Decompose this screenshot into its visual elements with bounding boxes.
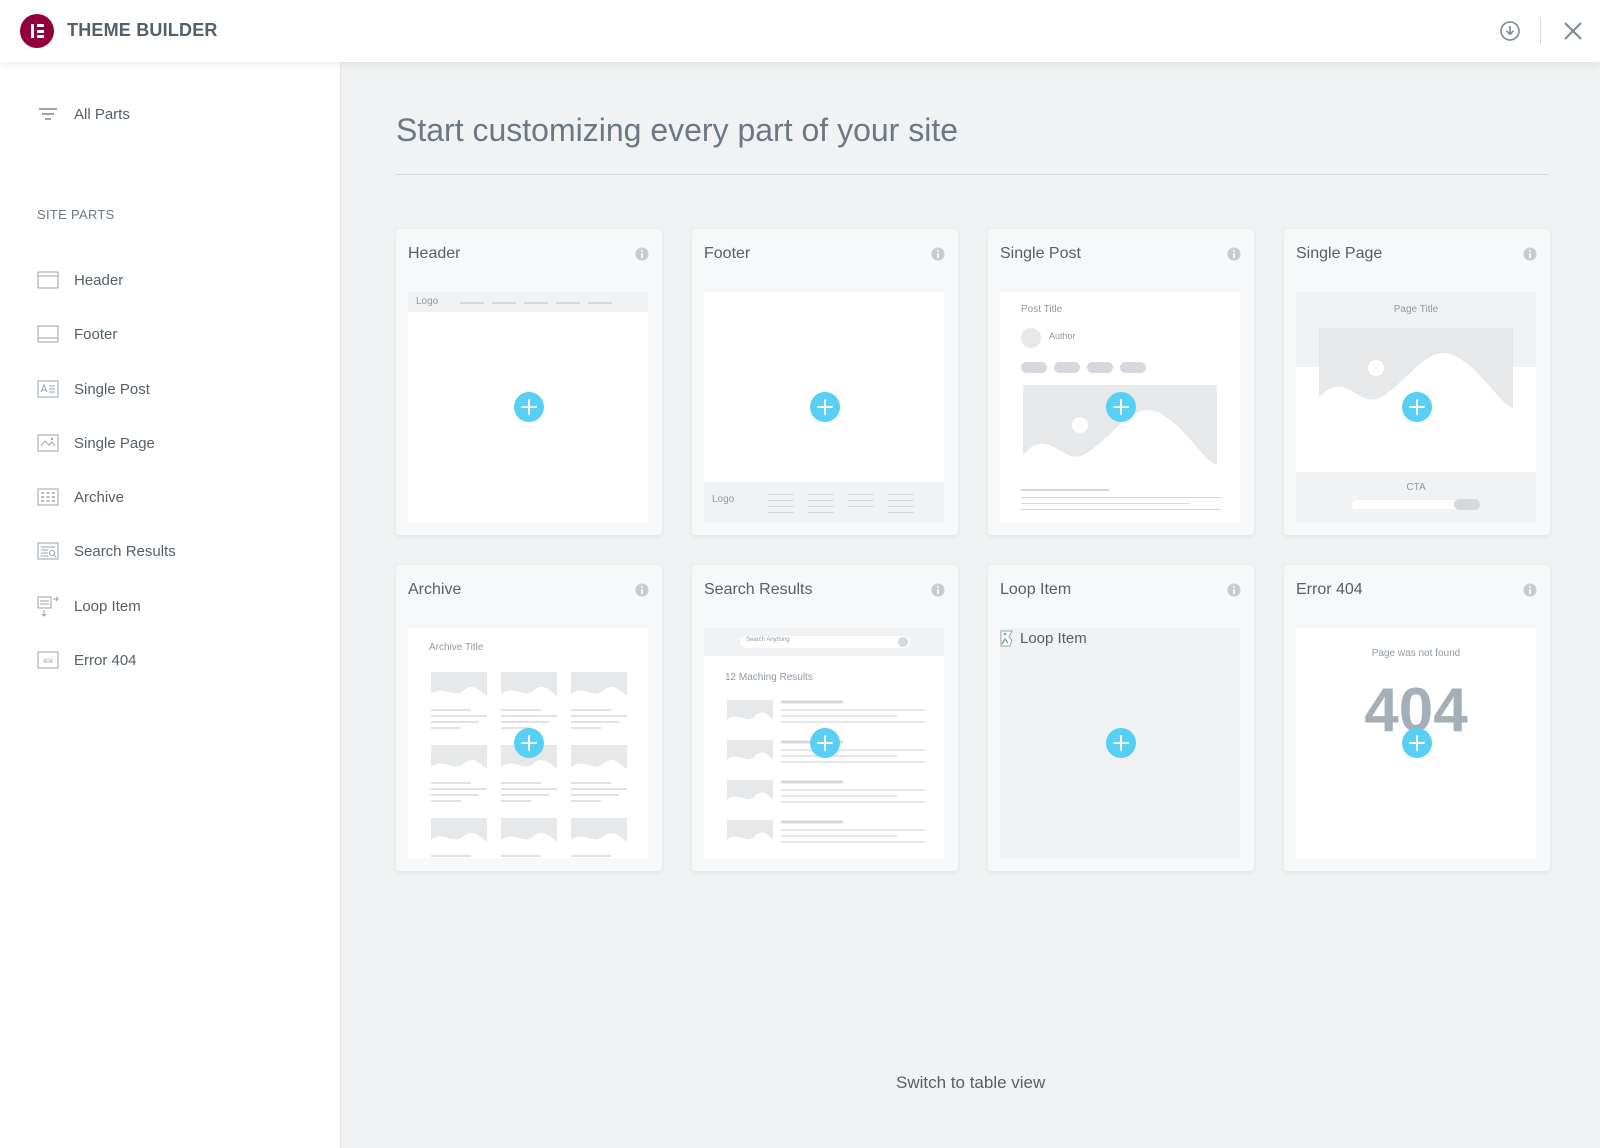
app-title: THEME BUILDER [67, 20, 218, 40]
preview-cta: CTA [1406, 482, 1426, 493]
preview-post-title: Post Title [1021, 304, 1063, 315]
preview-results-count: 12 Maching Results [725, 672, 813, 683]
info-icon[interactable] [1523, 247, 1537, 261]
card-title: Header [408, 245, 461, 262]
card-title: Single Post [1000, 245, 1081, 262]
card-loop-item[interactable]: Loop Item Loop Item [988, 565, 1254, 871]
sidebar-item-label: Single Page [74, 434, 155, 452]
sidebar-item-search-results[interactable]: Search Results [37, 537, 176, 565]
card-title: Footer [704, 245, 751, 262]
info-icon[interactable] [1227, 247, 1241, 261]
add-template-button[interactable] [1106, 728, 1136, 758]
footer-icon [37, 325, 59, 343]
info-icon[interactable] [1227, 583, 1241, 597]
archive-icon [37, 488, 59, 506]
loop-item-icon [37, 596, 59, 617]
add-template-button[interactable] [1106, 392, 1136, 422]
info-icon[interactable] [635, 583, 649, 597]
broken-image-alt-text: Loop Item [1020, 630, 1087, 647]
close-icon[interactable] [1560, 18, 1586, 44]
preview-author: Author [1049, 331, 1076, 341]
archive-grid-placeholder [431, 672, 627, 857]
sidebar-item-footer[interactable]: Footer [37, 320, 117, 348]
card-title: Single Page [1296, 245, 1383, 262]
header-icon [37, 271, 59, 289]
card-footer[interactable]: Footer Logo [692, 229, 958, 535]
single-page-icon [37, 434, 59, 452]
add-template-button[interactable] [1402, 728, 1432, 758]
toolbar-divider [1540, 18, 1541, 44]
sidebar-item-label: Error 404 [74, 651, 137, 669]
top-bar: THEME BUILDER [0, 0, 1600, 62]
card-single-page[interactable]: Single Page Page Title CTA [1284, 229, 1550, 535]
sidebar-item-label: Archive [74, 488, 125, 506]
filter-icon [39, 108, 57, 120]
sidebar-item-archive[interactable]: Archive [37, 483, 124, 511]
elementor-logo-icon [20, 14, 54, 48]
title-divider [396, 174, 1548, 175]
switch-to-table-view-link[interactable]: Switch to table view [896, 1073, 1045, 1093]
add-template-button[interactable] [514, 728, 544, 758]
card-search-results[interactable]: Search Results Search Anything 12 Machin… [692, 565, 958, 871]
sidebar-item-label: Loop Item [74, 597, 141, 615]
card-title: Loop Item [1000, 581, 1072, 598]
add-template-button[interactable] [1402, 392, 1432, 422]
card-title: Error 404 [1296, 581, 1363, 598]
sidebar-item-loop-item[interactable]: Loop Item [37, 592, 141, 620]
sidebar-item-label: Footer [74, 325, 118, 343]
card-single-post[interactable]: Single Post Post Title Author [988, 229, 1254, 535]
preview-page-title: Page Title [1393, 304, 1439, 315]
sidebar-item-label: All Parts [74, 105, 130, 123]
add-template-button[interactable] [514, 392, 544, 422]
sidebar-item-label: Search Results [74, 542, 176, 560]
results-list-placeholder [727, 700, 925, 848]
single-post-icon [37, 380, 59, 398]
card-error-404[interactable]: Error 404 Page was not found 404 [1284, 565, 1550, 871]
sidebar-item-label: Header [74, 271, 124, 289]
search-results-icon [37, 542, 59, 560]
info-icon[interactable] [635, 247, 649, 261]
sidebar: All Parts SITE PARTS Header Footer Singl… [0, 62, 341, 1148]
preview-archive-title: Archive Title [429, 642, 484, 653]
sidebar-item-error-404[interactable]: 404 Error 404 [37, 646, 137, 674]
add-template-button[interactable] [810, 728, 840, 758]
info-icon[interactable] [1523, 583, 1537, 597]
sidebar-item-single-post[interactable]: Single Post [37, 375, 150, 403]
info-icon[interactable] [931, 247, 945, 261]
sidebar-item-header[interactable]: Header [37, 266, 123, 294]
download-icon[interactable] [1497, 18, 1523, 44]
site-parts-heading: SITE PARTS [37, 207, 115, 222]
card-title: Search Results [704, 581, 813, 598]
preview-not-found-text: Page was not found [1371, 648, 1461, 659]
card-title: Archive [408, 581, 462, 598]
info-icon[interactable] [931, 583, 945, 597]
error-404-icon: 404 [37, 651, 59, 669]
svg-text:404: 404 [43, 659, 54, 665]
preview-search-placeholder: Search Anything [746, 637, 790, 643]
broken-image-icon [1000, 630, 1013, 647]
card-header[interactable]: Header Logo [396, 229, 662, 535]
sidebar-item-single-page[interactable]: Single Page [37, 429, 155, 457]
preview-logo-text: Logo [416, 296, 439, 307]
preview-logo-text: Logo [712, 494, 735, 505]
card-archive[interactable]: Archive Archive Title [396, 565, 662, 871]
add-template-button[interactable] [810, 392, 840, 422]
page-title: Start customizing every part of your sit… [396, 112, 958, 148]
sidebar-item-label: Single Post [74, 380, 150, 398]
sidebar-item-all-parts[interactable]: All Parts [37, 100, 130, 128]
